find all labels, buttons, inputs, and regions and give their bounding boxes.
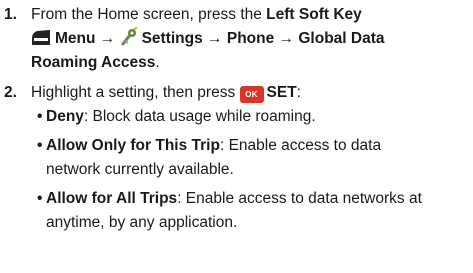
bullet: • (37, 108, 43, 125)
step-body: From the Home screen, press the Left Sof… (31, 3, 471, 75)
option-text: Allow for All Trips: Enable access to da… (46, 187, 473, 235)
option-label: Allow Only for This Trip (46, 137, 220, 154)
option-description: network currently available. (46, 161, 234, 178)
option-description: : Enable access to data networks at (177, 190, 422, 207)
key-name: Left Soft Key (266, 6, 362, 23)
option-line: Allow for All Trips: Enable access to da… (46, 187, 473, 211)
roaming-access-label: Roaming Access (31, 54, 156, 71)
arrow-separator: → (274, 30, 299, 47)
step-text: : (296, 84, 301, 101)
option-label: Deny (46, 108, 84, 125)
step-number: 2. (4, 84, 17, 101)
step-line: Roaming Access. (31, 51, 471, 75)
step-text: Highlight a setting, then press (31, 84, 240, 101)
option-line: anytime, by any application. (46, 211, 473, 235)
menu-label: Menu (55, 30, 96, 47)
set-label: SET (266, 84, 297, 101)
option-line: Deny: Block data usage while roaming. (46, 105, 473, 129)
step-line: Menu → Settings → Phone → Global Data (31, 27, 471, 51)
global-data-label: Global Data (298, 30, 385, 47)
step-text: . (155, 54, 160, 71)
step-body: Highlight a setting, then press OK SET: (31, 81, 471, 105)
option-text: Allow Only for This Trip: Enable access … (46, 134, 473, 182)
settings-wrench-icon (120, 27, 138, 54)
bullet: • (37, 137, 43, 154)
step-text: From the Home screen, press the (31, 6, 267, 23)
bullet: • (37, 190, 43, 207)
ok-key-icon: OK (239, 86, 264, 103)
option-description: : Block data usage while roaming. (83, 108, 316, 125)
option-text: Deny: Block data usage while roaming. (46, 105, 473, 129)
instructions-document: 1. From the Home screen, press the Left … (0, 0, 473, 273)
option-description: anytime, by any application. (46, 214, 238, 231)
phone-label: Phone (226, 30, 275, 47)
step-line: From the Home screen, press the Left Sof… (31, 3, 471, 27)
option-description: : Enable access to data (219, 137, 382, 154)
arrow-separator: → (95, 30, 120, 47)
option-line: Allow Only for This Trip: Enable access … (46, 134, 473, 158)
option-line: network currently available. (46, 158, 473, 182)
arrow-separator: → (202, 30, 227, 47)
settings-label: Settings (141, 30, 203, 47)
option-label: Allow for All Trips (46, 190, 178, 207)
step-number: 1. (4, 6, 17, 23)
step-line: Highlight a setting, then press OK SET: (31, 81, 471, 105)
